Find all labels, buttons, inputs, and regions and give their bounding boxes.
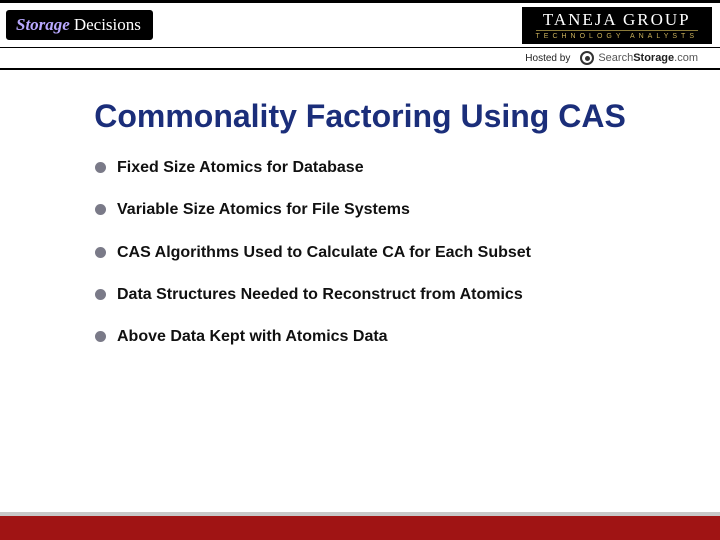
hosted-by-label: Hosted by <box>525 53 570 64</box>
eye-icon <box>580 51 594 65</box>
badge-word1: Storage <box>16 15 70 35</box>
list-item: Fixed Size Atomics for Database <box>95 157 650 179</box>
bullet-list: Fixed Size Atomics for Database Variable… <box>0 157 720 349</box>
hosted-by-row: Hosted by SearchStorage.com <box>0 48 720 70</box>
slide-title: Commonality Factoring Using CAS <box>40 98 680 135</box>
header-bar: Storage Decisions TANEJA GROUP TECHNOLOG… <box>0 0 720 48</box>
searchstorage-logo: SearchStorage.com <box>578 51 700 65</box>
footer-bar <box>0 512 720 540</box>
storage-decisions-badge: Storage Decisions <box>6 10 153 40</box>
taneja-line2: TECHNOLOGY ANALYSTS <box>536 33 699 40</box>
badge-word2: Decisions <box>74 15 141 35</box>
list-item: Data Structures Needed to Reconstruct fr… <box>95 284 650 306</box>
list-item: Variable Size Atomics for File Systems <box>95 199 650 221</box>
list-item: Above Data Kept with Atomics Data <box>95 326 650 348</box>
taneja-group-logo: TANEJA GROUP TECHNOLOGY ANALYSTS <box>522 7 713 44</box>
taneja-line1: TANEJA GROUP <box>536 11 699 31</box>
searchstorage-text: SearchStorage.com <box>598 52 698 64</box>
list-item: CAS Algorithms Used to Calculate CA for … <box>95 242 650 264</box>
footer-red-stripe <box>0 516 720 540</box>
